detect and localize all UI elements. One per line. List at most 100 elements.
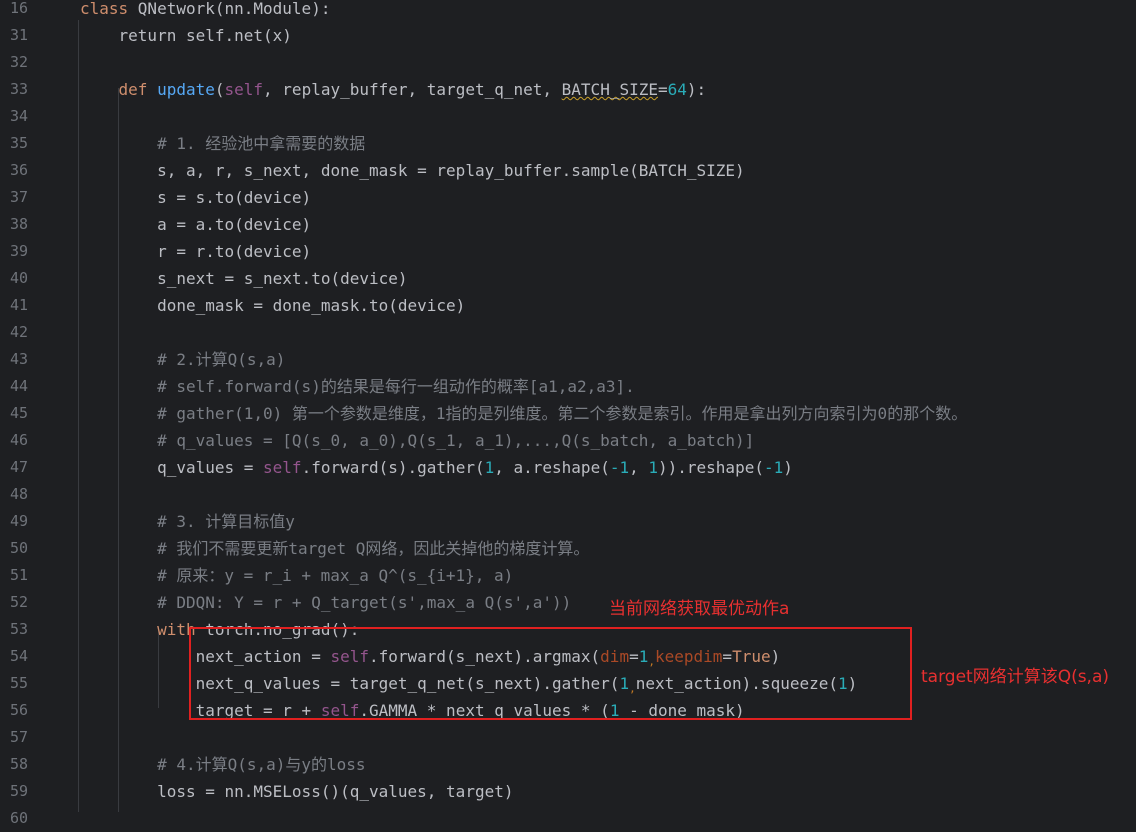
line-number: 46 xyxy=(10,431,29,449)
code-line[interactable]: 42 xyxy=(0,319,1136,346)
line-number: 48 xyxy=(10,485,29,503)
code-token: , replay_buffer, target_q_net, xyxy=(263,80,562,99)
code-line[interactable]: 36 s, a, r, s_next, done_mask = replay_b… xyxy=(0,157,1136,184)
code-line[interactable]: 47 q_values = self.forward(s).gather( 1 , … xyxy=(0,454,1136,481)
line-number: 37 xyxy=(10,188,29,206)
code-token: 64 xyxy=(667,80,687,99)
code-text: done_mask = done_mask.to(device) xyxy=(80,292,465,319)
code-token: s = s.to(device) xyxy=(80,188,312,207)
line-number: 42 xyxy=(10,323,29,341)
code-token: a = a.to(device) xyxy=(80,215,312,234)
code-text: s_next = s_next.to(device) xyxy=(80,265,408,292)
line-number: 54 xyxy=(10,647,29,665)
code-token: q_values = xyxy=(80,458,264,477)
code-text: # 3. 计算目标值y xyxy=(80,508,295,535)
code-text: def update(self, replay_buffer, target_q… xyxy=(80,76,707,103)
line-number: 52 xyxy=(10,593,29,611)
line-number: 57 xyxy=(10,728,29,746)
code-line[interactable]: 51 # 原来：y = r_i + max_a Q^(s_{i+1}, a) xyxy=(0,562,1136,589)
line-number: 45 xyxy=(10,404,29,422)
code-token: update xyxy=(157,80,215,99)
code-token: # self.forward(s)的结果是每行一组动作的概率[a1,a2,a3]… xyxy=(80,377,635,396)
code-text: a = a.to(device) xyxy=(80,211,311,238)
code-line[interactable]: 16 class QNetwork(nn.Module): xyxy=(0,0,1136,22)
code-text: # 1. 经验池中拿需要的数据 xyxy=(80,130,365,157)
code-token: self xyxy=(263,458,302,477)
line-number: 56 xyxy=(10,701,29,719)
code-token: # 原来：y = r_i + max_a Q^(s_{i+1}, a) xyxy=(80,566,514,585)
code-editor[interactable]: 16 class QNetwork(nn.Module): 31 return se… xyxy=(0,0,1136,827)
code-line[interactable]: 40 s_next = s_next.to(device) xyxy=(0,265,1136,292)
line-number: 36 xyxy=(10,161,29,179)
line-number: 43 xyxy=(10,350,29,368)
code-text: s = s.to(device) xyxy=(80,184,311,211)
code-token: class xyxy=(80,0,138,18)
code-line[interactable]: 41 done_mask = done_mask.to(device) xyxy=(0,292,1136,319)
code-token: -1 xyxy=(609,458,630,477)
code-text: return self.net(x) xyxy=(80,22,292,49)
code-line[interactable]: 50 # 我们不需要更新target Q网络，因此关掉他的梯度计算。 xyxy=(0,535,1136,562)
code-token: self xyxy=(224,80,264,99)
line-number: 58 xyxy=(10,755,29,773)
code-token: # 4.计算Q(s,a)与y的loss xyxy=(80,755,366,774)
code-token: .forward(s).gather( xyxy=(301,458,485,477)
code-line[interactable]: 49 # 3. 计算目标值y xyxy=(0,508,1136,535)
code-line[interactable]: 38 a = a.to(device) xyxy=(0,211,1136,238)
code-line[interactable]: 43 # 2.计算Q(s,a) xyxy=(0,346,1136,373)
code-token: ( xyxy=(214,80,225,99)
code-text: # gather(1,0) 第一个参数是维度，1指的是列维度。第二个参数是索引。… xyxy=(80,400,967,427)
code-line[interactable]: 37 s = s.to(device) xyxy=(0,184,1136,211)
code-token: # DDQN: Y = r + Q_target(s',max_a Q(s',a… xyxy=(80,593,572,612)
code-token: # 1. 经验池中拿需要的数据 xyxy=(80,134,366,153)
line-number: 40 xyxy=(10,269,29,287)
code-text: # self.forward(s)的结果是每行一组动作的概率[a1,a2,a3]… xyxy=(80,373,635,400)
line-number: 31 xyxy=(10,26,29,44)
line-number: 34 xyxy=(10,107,29,125)
highlight-box xyxy=(189,627,912,720)
code-line[interactable]: 48 xyxy=(0,481,1136,508)
line-number: 55 xyxy=(10,674,29,692)
code-line[interactable]: 39 r = r.to(device) xyxy=(0,238,1136,265)
line-number: 59 xyxy=(10,782,29,800)
code-token: # gather(1,0) 第一个参数是维度，1指的是列维度。第二个参数是索引。… xyxy=(80,404,968,423)
code-text: # 原来：y = r_i + max_a Q^(s_{i+1}, a) xyxy=(80,562,513,589)
code-line[interactable]: 34 xyxy=(0,103,1136,130)
code-line[interactable]: 31 return self.net(x) xyxy=(0,22,1136,49)
annotation-target-network: target网络计算该Q(s,a) xyxy=(921,667,1110,687)
code-token: return self.net(x) xyxy=(80,26,292,45)
code-line[interactable]: 44 # self.forward(s)的结果是每行一组动作的概率[a1,a2,… xyxy=(0,373,1136,400)
code-token: ): xyxy=(686,80,707,99)
code-token: s, a, r, s_next, done_mask = replay_buff… xyxy=(80,161,745,180)
code-token: # 2.计算Q(s,a) xyxy=(80,350,286,369)
code-line[interactable]: 32 xyxy=(0,49,1136,76)
code-line[interactable]: 58 # 4.计算Q(s,a)与y的loss xyxy=(0,751,1136,778)
code-line[interactable]: 52 # DDQN: Y = r + Q_target(s',max_a Q(s… xyxy=(0,589,1136,616)
line-number: 38 xyxy=(10,215,29,233)
code-text: # 4.计算Q(s,a)与y的loss xyxy=(80,751,366,778)
code-token: s_next = s_next.to(device) xyxy=(80,269,408,288)
code-line[interactable]: 57 xyxy=(0,724,1136,751)
line-number: 41 xyxy=(10,296,29,314)
line-number: 35 xyxy=(10,134,29,152)
code-text: # q_values = [Q(s_0, a_0),Q(s_1, a_1),..… xyxy=(80,427,754,454)
code-text: s, a, r, s_next, done_mask = replay_buff… xyxy=(80,157,745,184)
code-text: class QNetwork(nn.Module): xyxy=(80,0,330,22)
code-line[interactable]: 60 xyxy=(0,805,1136,832)
line-number: 16 xyxy=(10,0,29,17)
line-number: 49 xyxy=(10,512,29,530)
code-line[interactable]: 33 def update(self, replay_buffer, targe… xyxy=(0,76,1136,103)
line-number: 33 xyxy=(10,80,29,98)
line-number: 32 xyxy=(10,53,29,71)
code-line[interactable]: 35 # 1. 经验池中拿需要的数据 xyxy=(0,130,1136,157)
code-token: 1 xyxy=(648,458,658,477)
code-token: , xyxy=(629,458,649,477)
code-line[interactable]: 59 loss = nn.MSELoss()(q_values, target) xyxy=(0,778,1136,805)
code-line[interactable]: 46 # q_values = [Q(s_0, a_0),Q(s_1, a_1)… xyxy=(0,427,1136,454)
code-token: , a.reshape( xyxy=(494,458,610,477)
line-number: 51 xyxy=(10,566,29,584)
line-number: 50 xyxy=(10,539,29,557)
code-line[interactable]: 45 # gather(1,0) 第一个参数是维度，1指的是列维度。第二个参数是… xyxy=(0,400,1136,427)
code-text: q_values = self.forward(s).gather( 1 , a.r… xyxy=(80,454,793,481)
line-number: 47 xyxy=(10,458,29,476)
line-number: 39 xyxy=(10,242,29,260)
